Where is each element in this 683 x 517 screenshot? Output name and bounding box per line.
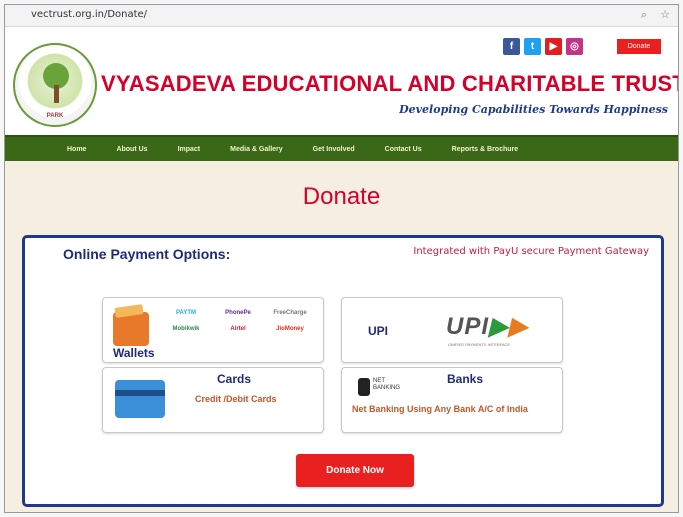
site-header: PARK VYASADEVA EDUCATIONAL AND CHARITABL…: [5, 27, 678, 135]
nav-item-contact-us[interactable]: Contact Us: [370, 146, 437, 153]
credit-card-icon: [115, 380, 165, 418]
social-links: f t ▶ ◎: [503, 38, 583, 55]
net-banking-icon-text: NET BANKING: [373, 378, 400, 392]
upi-arrow-green-icon: ▶: [489, 313, 509, 340]
nav-item-reports-brochure[interactable]: Reports & Brochure: [437, 146, 534, 153]
url-text[interactable]: vectrust.org.in/Donate/: [31, 9, 147, 20]
wallets-label: Wallets: [113, 346, 155, 360]
wallet-brands: PAYTM PhonePe FreeCharge Mobikwik Airtel…: [163, 310, 313, 332]
jiomoney-logo: JioMoney: [276, 326, 304, 332]
nav-item-media-gallery[interactable]: Media & Gallery: [215, 146, 298, 153]
cards-subtitle: Credit /Debit Cards: [195, 394, 277, 404]
upi-label: UPI: [368, 324, 389, 338]
nav-item-about-us[interactable]: About Us: [101, 146, 162, 153]
trust-logo[interactable]: PARK: [13, 43, 97, 127]
banks-label: Banks: [447, 372, 484, 386]
cards-label: Cards: [217, 372, 252, 386]
logo-ring-text: PARK: [46, 113, 64, 119]
main-nav: Home About Us Impact Media & Gallery Get…: [5, 135, 678, 161]
trust-name-part1: VYASADEVA: [101, 71, 236, 96]
phonepe-logo: PhonePe: [225, 310, 251, 316]
upi-arrow-orange-icon: ▶: [508, 313, 528, 340]
banks-option[interactable]: NET BANKING Banks Net Banking Using Any …: [341, 367, 563, 433]
star-icon[interactable]: ☆: [660, 9, 670, 21]
nav-item-home[interactable]: Home: [5, 146, 101, 153]
freecharge-logo: FreeCharge: [273, 310, 307, 316]
trunk-icon: [54, 85, 59, 103]
magnifier-icon[interactable]: ⌕: [641, 9, 647, 21]
facebook-icon[interactable]: f: [503, 38, 520, 55]
upi-option[interactable]: UPI UPI▶▶ UNIFIED PAYMENTS INTERFACE: [341, 297, 563, 363]
trust-name-part2: EDUCATIONAL AND CHARITABLE TRUST: [241, 71, 679, 96]
upi-logo-icon: UPI▶▶: [446, 312, 528, 341]
browser-frame: vectrust.org.in/Donate/ ⌕ ☆ PARK VYASADE…: [4, 4, 679, 513]
twitter-icon[interactable]: t: [524, 38, 541, 55]
gateway-note: Integrated with PayU secure Payment Gate…: [413, 246, 649, 257]
paytm-logo: PAYTM: [175, 310, 196, 316]
upi-logo-text: UPI: [446, 313, 490, 340]
wallet-icon: [113, 312, 149, 346]
youtube-icon[interactable]: ▶: [545, 38, 562, 55]
instagram-icon[interactable]: ◎: [566, 38, 583, 55]
airtel-logo: Airtel: [230, 326, 246, 332]
address-bar-icons: ⌕ ☆: [631, 8, 670, 22]
page-title: Donate: [302, 183, 381, 210]
mobikwik-logo: Mobikwik: [172, 326, 200, 332]
nav-item-impact[interactable]: Impact: [163, 146, 216, 153]
payment-options-panel: Online Payment Options: Integrated with …: [22, 235, 664, 507]
header-donate-button[interactable]: Donate: [617, 39, 661, 54]
donate-now-button[interactable]: Donate Now: [296, 454, 414, 487]
cards-option[interactable]: Cards Credit /Debit Cards: [102, 367, 324, 433]
trust-name: VYASADEVA EDUCATIONAL AND CHARITABLE TRU…: [101, 71, 679, 97]
wallets-option[interactable]: Wallets PAYTM PhonePe FreeCharge Mobikwi…: [102, 297, 324, 363]
banks-subtitle: Net Banking Using Any Bank A/C of India: [352, 404, 528, 414]
net-banking-icon-line1: NET: [373, 378, 385, 384]
address-bar[interactable]: vectrust.org.in/Donate/ ⌕ ☆: [5, 5, 678, 27]
main-content: Donate Online Payment Options: Integrate…: [5, 161, 678, 512]
mouse-icon: [358, 378, 370, 396]
net-banking-icon-line2: BANKING: [373, 385, 401, 391]
nav-item-get-involved[interactable]: Get Involved: [298, 146, 370, 153]
tagline: Developing Capabilities Towards Happines…: [399, 103, 668, 116]
upi-subtitle: UNIFIED PAYMENTS INTERFACE: [448, 342, 511, 347]
panel-title: Online Payment Options:: [63, 246, 231, 262]
